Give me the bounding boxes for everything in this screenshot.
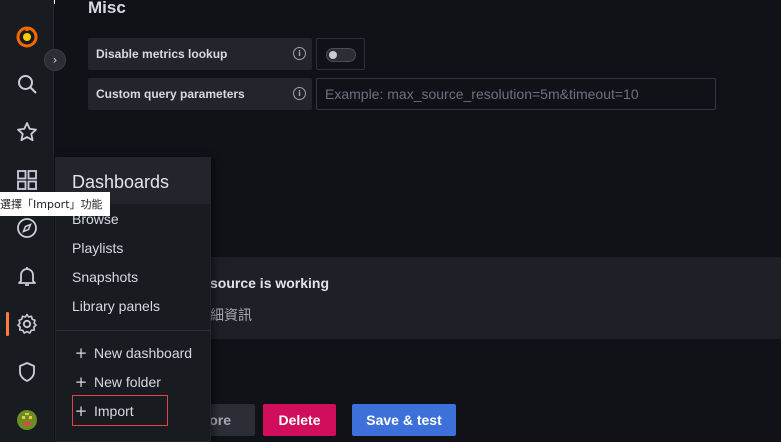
- gear-icon[interactable]: [12, 309, 42, 339]
- grafana-logo-icon[interactable]: [12, 22, 42, 52]
- menu-item-library-panels[interactable]: Library panels: [72, 298, 160, 314]
- custom-query-label: Custom query parameters i: [88, 78, 312, 110]
- delete-button[interactable]: Delete: [263, 404, 336, 436]
- star-icon[interactable]: [12, 117, 42, 147]
- metrics-lookup-toggle-wrapper: [316, 38, 365, 70]
- bell-icon[interactable]: [12, 261, 42, 291]
- new-folder-label: New folder: [94, 374, 161, 390]
- toggle-knob: [329, 51, 337, 59]
- import-highlight-box: [72, 395, 168, 426]
- active-indicator: [6, 312, 9, 336]
- metrics-lookup-label-text: Disable metrics lookup: [96, 47, 228, 61]
- alert-title: source is working: [210, 275, 330, 291]
- metrics-lookup-label: Disable metrics lookup i: [88, 38, 312, 70]
- alert-subtitle: 細資訊: [210, 307, 252, 323]
- compass-icon[interactable]: [12, 213, 42, 243]
- expand-sidebar-button[interactable]: ›: [44, 49, 66, 71]
- menu-item-new-dashboard[interactable]: + New dashboard: [72, 344, 192, 362]
- info-icon[interactable]: i: [293, 87, 306, 100]
- plus-icon: +: [74, 344, 88, 362]
- menu-title: Dashboards: [72, 172, 170, 192]
- save-test-button[interactable]: Save & test: [352, 404, 456, 436]
- tooltip: 選擇「Import」功能: [0, 192, 110, 216]
- dashboards-grid-icon[interactable]: [12, 165, 42, 195]
- menu-item-snapshots[interactable]: Snapshots: [72, 269, 138, 285]
- shield-icon[interactable]: [12, 357, 42, 387]
- info-icon[interactable]: i: [293, 47, 306, 60]
- menu-item-playlists[interactable]: Playlists: [72, 240, 123, 256]
- custom-query-label-text: Custom query parameters: [96, 87, 245, 101]
- user-avatar-icon[interactable]: [12, 405, 42, 435]
- plus-icon: +: [74, 373, 88, 391]
- new-dashboard-label: New dashboard: [94, 345, 193, 361]
- section-title: Misc: [88, 0, 126, 17]
- search-icon[interactable]: [12, 69, 42, 99]
- menu-divider: [56, 330, 211, 331]
- metrics-lookup-toggle[interactable]: [326, 48, 356, 62]
- menu-item-new-folder[interactable]: + New folder: [72, 373, 161, 391]
- custom-query-input[interactable]: [316, 78, 716, 110]
